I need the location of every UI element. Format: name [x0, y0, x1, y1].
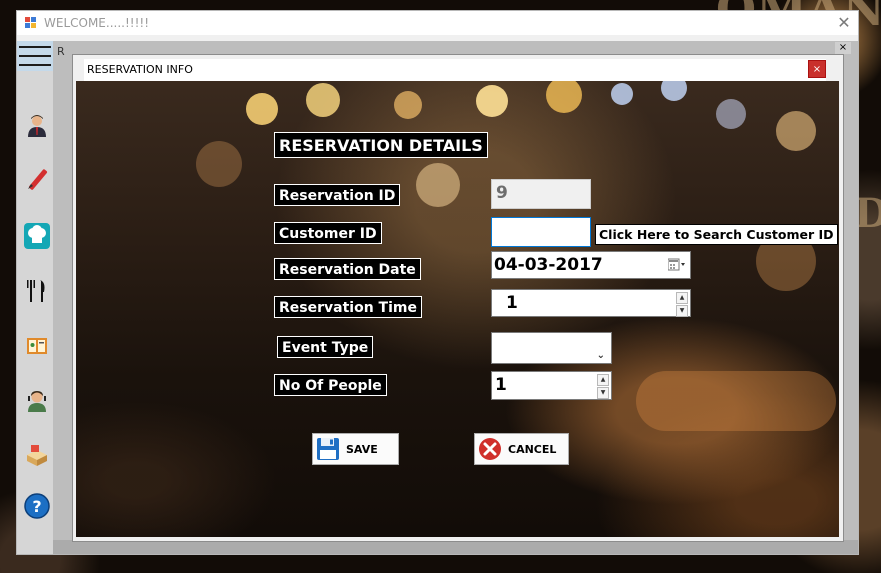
chef-hat-icon [24, 223, 50, 249]
menu-book-icon [27, 338, 47, 354]
cancel-icon [479, 438, 501, 460]
sidebar-item-customer[interactable] [23, 386, 51, 414]
app-icon [25, 17, 37, 29]
main-window: WELCOME.....!!!!! ✕ ? R × RESERVATION IN… [17, 11, 858, 554]
reservation-time-stepper[interactable]: 1 ▲ ▼ [491, 289, 691, 317]
chevron-down-icon: ⌄ [596, 350, 605, 361]
reservation-id-label: Reservation ID [274, 184, 401, 206]
cancel-button[interactable]: CANCEL [474, 433, 569, 465]
fork-knife-icon [27, 280, 45, 302]
cancel-button-label: CANCEL [508, 442, 557, 456]
section-heading: RESERVATION DETAILS [274, 132, 488, 158]
reservation-time-spin[interactable]: ▲ ▼ [676, 292, 688, 317]
search-customer-link[interactable]: Click Here to Search Customer ID [595, 224, 838, 245]
main-close-button[interactable]: ✕ [830, 11, 858, 35]
reservation-time-value: 1 [506, 293, 518, 313]
background-form-title: R [57, 45, 65, 58]
chevron-down-icon[interactable]: ▼ [676, 305, 688, 317]
reservation-date-label: Reservation Date [274, 258, 421, 280]
reservation-form-close-button[interactable]: × [808, 60, 826, 78]
customer-icon [28, 391, 46, 412]
chevron-down-icon[interactable]: ▼ [597, 387, 609, 399]
hamburger-menu-button[interactable] [17, 41, 53, 71]
no-of-people-spin[interactable]: ▲ ▼ [597, 374, 609, 399]
event-type-select[interactable]: ⌄ [491, 332, 612, 364]
reservation-form-title: RESERVATION INFO [87, 63, 193, 76]
svg-text:?: ? [32, 497, 41, 516]
reservation-time-label: Reservation Time [274, 296, 422, 318]
reservation-form-window: RESERVATION INFO × RESERVATION DETAILS R… [72, 54, 844, 542]
save-button-label: SAVE [346, 442, 378, 456]
no-of-people-stepper[interactable]: 1 ▲ ▼ [491, 371, 612, 400]
reservation-form-titlebar: RESERVATION INFO × [84, 59, 826, 81]
window-title: WELCOME.....!!!!! [44, 16, 150, 30]
background-word-2: D [854, 190, 881, 237]
background-form-close[interactable]: × [835, 42, 851, 54]
customer-id-field[interactable] [491, 217, 591, 247]
no-of-people-label: No Of People [274, 374, 387, 396]
reservation-date-picker[interactable]: 04-03-2017 [491, 251, 691, 279]
help-icon: ? [24, 493, 50, 519]
chevron-up-icon[interactable]: ▲ [676, 292, 688, 304]
sidebar-item-inventory[interactable] [23, 441, 51, 469]
save-button[interactable]: SAVE [312, 433, 399, 465]
calendar-dropdown-icon[interactable] [668, 258, 686, 272]
sidebar-item-menu[interactable] [23, 332, 51, 360]
chevron-up-icon[interactable]: ▲ [597, 374, 609, 386]
sidebar-item-edit[interactable] [23, 166, 51, 194]
businessman-icon [28, 115, 46, 137]
sidebar-item-help[interactable]: ? [23, 492, 51, 520]
main-titlebar: WELCOME.....!!!!! ✕ [17, 11, 858, 35]
sidebar-item-chef[interactable] [23, 222, 51, 250]
floppy-disk-icon [317, 438, 339, 460]
no-of-people-value: 1 [495, 375, 507, 395]
reservation-date-value: 04-03-2017 [494, 255, 603, 275]
sidebar-item-staff[interactable] [23, 111, 51, 139]
pen-icon [28, 169, 48, 190]
sidebar: ? [17, 41, 53, 554]
event-type-label: Event Type [277, 336, 374, 358]
customer-id-label: Customer ID [274, 222, 382, 244]
boxes-icon [27, 445, 47, 466]
sidebar-item-food[interactable] [23, 277, 51, 305]
reservation-id-field[interactable]: 9 [491, 179, 591, 209]
